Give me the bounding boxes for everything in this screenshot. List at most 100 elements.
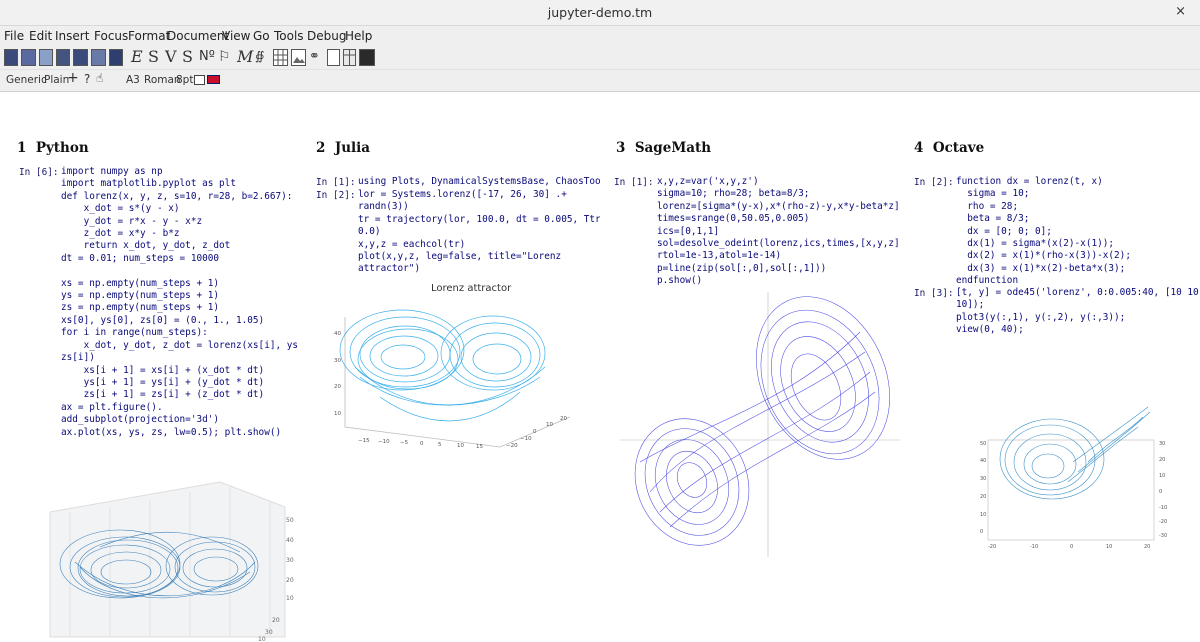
color-box-icon[interactable] xyxy=(194,75,205,85)
z-tick: 0 xyxy=(980,529,983,535)
section-title: Julia xyxy=(334,140,371,156)
columns-icon[interactable] xyxy=(343,49,356,66)
menu-insert[interactable]: Insert xyxy=(55,29,89,43)
link-icon[interactable]: ⚭ xyxy=(309,49,324,66)
section-title: SageMath xyxy=(634,140,712,156)
menu-view[interactable]: View xyxy=(222,29,250,43)
list-icon[interactable] xyxy=(56,49,70,66)
section-heading-octave: 4 Octave xyxy=(914,140,984,156)
julia-column: 2 Julia In [1]: using Plots, DynamicalSy… xyxy=(300,92,600,642)
z-tick: 30 xyxy=(980,476,986,482)
x-tick: 10 xyxy=(457,443,464,449)
theorem-icon[interactable] xyxy=(39,49,53,66)
menu-focus[interactable]: Focus xyxy=(94,29,128,43)
x-tick: 5 xyxy=(438,442,442,448)
z-tick: 20 xyxy=(334,384,341,390)
python-tick: 20 xyxy=(272,617,280,624)
code-cell[interactable]: function dx = lorenz(t, x) sigma = 10; r… xyxy=(956,176,1131,288)
document-area[interactable]: 1 Python In [6]: import numpy as np impo… xyxy=(0,92,1200,642)
python-tick: 30 xyxy=(265,629,273,636)
z-tick: 20 xyxy=(980,494,986,500)
window-titlebar: jupyter-demo.tm × xyxy=(0,0,1200,26)
menu-edit[interactable]: Edit xyxy=(29,29,52,43)
thumb-icon[interactable]: ☝ xyxy=(96,71,103,85)
input-prompt: In [1]: xyxy=(316,177,356,188)
menu-go[interactable]: Go xyxy=(253,29,270,43)
page-icon[interactable] xyxy=(327,49,340,66)
verbatim-icon[interactable]: V xyxy=(165,47,177,66)
z-tick: 10 xyxy=(980,512,986,518)
section-number: 1 xyxy=(17,140,27,156)
screen-icon[interactable] xyxy=(359,49,375,66)
z-tick: 50 xyxy=(980,441,986,447)
y-tick: −20 xyxy=(506,443,518,449)
z-tick: 40 xyxy=(334,331,341,337)
help-icon[interactable]: ? xyxy=(84,72,90,86)
section-title: Octave xyxy=(932,140,985,156)
plot-title: Lorenz attractor xyxy=(431,283,512,294)
y-tick: -30 xyxy=(1159,533,1167,539)
code-cell[interactable]: x,y,z=var('x,y,z') sigma=10; rho=28; bet… xyxy=(657,176,900,288)
z-tick: 10 xyxy=(334,411,341,417)
python-tick: 50 xyxy=(286,517,294,524)
python-tick: 10 xyxy=(286,595,294,602)
x-tick: 0 xyxy=(1070,544,1073,550)
code-cell[interactable]: using Plots, DynamicalSystemsBase, Chaos… xyxy=(358,176,600,188)
section-number: 2 xyxy=(316,140,326,156)
x-tick: 15 xyxy=(476,444,483,450)
x-tick: 20 xyxy=(1144,544,1150,550)
x-tick: −15 xyxy=(358,438,370,444)
x-tick: 10 xyxy=(1106,544,1112,550)
table-icon[interactable] xyxy=(273,49,288,66)
flag-icon[interactable]: ⚐ xyxy=(218,49,234,66)
strong-icon[interactable]: S xyxy=(148,47,159,66)
section-heading-sagemath: 3 SageMath xyxy=(616,140,711,156)
code-cell[interactable]: lor = Systems.lorenz([-17, 26, 30] .+ ra… xyxy=(358,189,600,276)
python-tick: 20 xyxy=(286,577,294,584)
menu-debug[interactable]: Debug xyxy=(307,29,346,43)
python-tick: 30 xyxy=(286,557,294,564)
octave-3d-plot: 50 40 30 20 10 0 -20 -10 0 10 20 30 20 1… xyxy=(980,406,1167,550)
section-heading-julia: 2 Julia xyxy=(316,140,370,156)
language-flag-icon[interactable] xyxy=(207,75,220,84)
code-cell[interactable]: import numpy as np import matplotlib.pyp… xyxy=(61,166,300,439)
math-icon[interactable]: M xyxy=(237,47,253,66)
python-tick: 40 xyxy=(286,537,294,544)
fraction-icon[interactable]: ∯ xyxy=(255,49,269,66)
x-tick: 0 xyxy=(420,441,424,447)
session-icon[interactable] xyxy=(91,49,106,66)
y-tick: 0 xyxy=(533,429,537,435)
input-prompt: In [6]: xyxy=(19,167,59,178)
section-icon[interactable] xyxy=(21,49,36,66)
x-tick: -10 xyxy=(1030,544,1038,550)
x-tick: -20 xyxy=(988,544,996,550)
code-cell[interactable]: [t, y] = ode45('lorenz', 0:0.005:40, [10… xyxy=(956,287,1199,337)
mode-selector[interactable]: Plain xyxy=(44,74,69,86)
python-column: 1 Python In [6]: import numpy as np impo… xyxy=(0,92,300,642)
emphasize-icon[interactable]: E xyxy=(131,47,143,66)
menu-file[interactable]: File xyxy=(4,29,24,43)
y-tick: 0 xyxy=(1159,489,1162,495)
close-icon[interactable]: × xyxy=(1175,4,1186,19)
add-icon[interactable]: + xyxy=(67,70,79,86)
font-size-selector[interactable]: 8pt xyxy=(176,74,193,86)
menu-help[interactable]: Help xyxy=(345,29,372,43)
input-prompt: In [2]: xyxy=(316,190,356,201)
menu-document[interactable]: Document xyxy=(167,29,229,43)
format-icon[interactable] xyxy=(109,49,123,66)
enumerate-icon[interactable] xyxy=(73,49,88,66)
python-3d-plot: 50 40 30 20 10 20 30 10 xyxy=(49,481,294,642)
sample-icon[interactable]: S xyxy=(182,47,193,66)
document-style-icon[interactable] xyxy=(4,49,18,66)
y-tick: -20 xyxy=(1159,519,1167,525)
style-selector[interactable]: Generic xyxy=(6,74,47,86)
sage-2d-plot xyxy=(620,292,900,557)
menu-format[interactable]: Format xyxy=(128,29,170,43)
menu-bar: File Edit Insert Focus Format Document V… xyxy=(0,26,1200,46)
image-icon[interactable] xyxy=(291,49,306,66)
menu-tools[interactable]: Tools xyxy=(274,29,304,43)
format-toolbar: Generic Plain + ? ☝ A3 Roman 8pt xyxy=(0,70,1200,92)
numbering-icon[interactable]: Nº xyxy=(199,49,215,66)
paper-size-selector[interactable]: A3 xyxy=(126,74,140,86)
z-tick: 40 xyxy=(980,458,986,464)
